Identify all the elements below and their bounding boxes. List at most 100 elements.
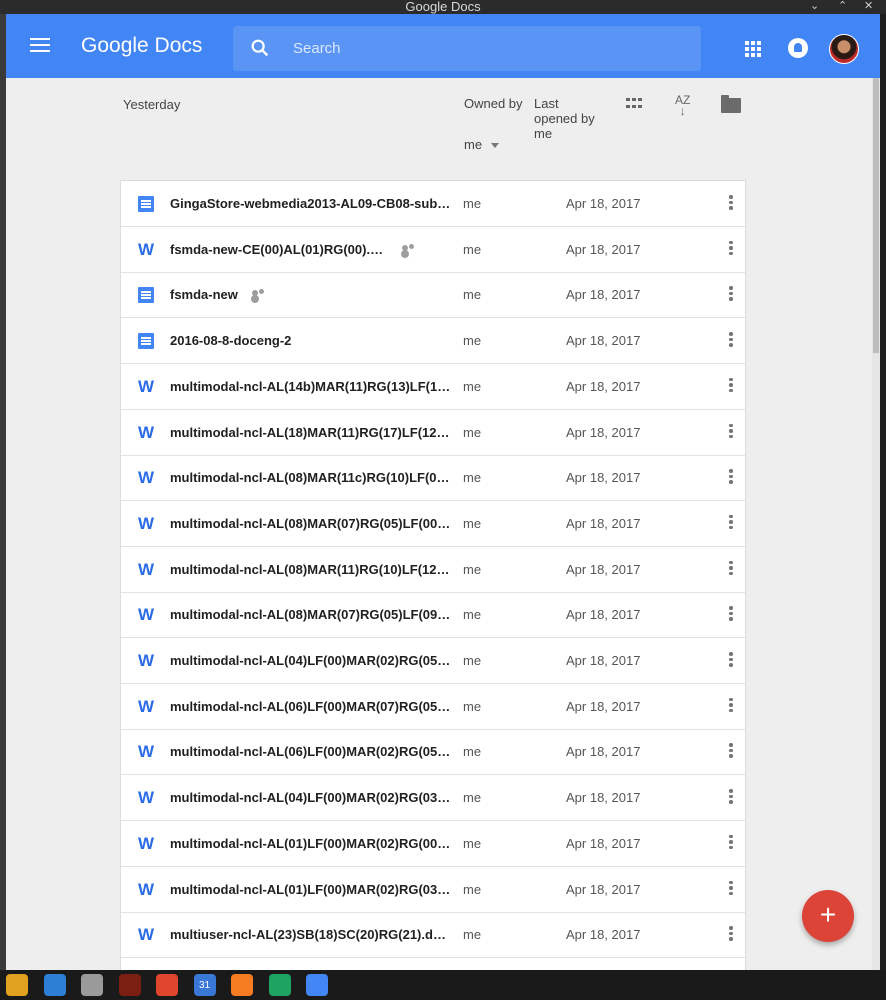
more-options-icon[interactable]: [727, 332, 735, 350]
vscode-icon[interactable]: [43, 974, 66, 996]
file-name[interactable]: multimodal-ncl-AL(06)LF(00)MAR(07)RG(05)…: [170, 699, 453, 714]
file-owner: me: [463, 607, 482, 623]
file-date: Apr 18, 2017: [566, 378, 641, 394]
file-name[interactable]: multimodal-ncl-AL(08)MAR(07)RG(05)LF(00)…: [170, 516, 453, 531]
file-name[interactable]: multimodal-ncl-AL(08)MAR(07)RG(05)LF(09)…: [170, 607, 453, 622]
apps-grid-icon[interactable]: [745, 41, 761, 57]
more-options-icon[interactable]: [727, 514, 735, 533]
file-row[interactable]: Wmultimodal-ncl-AL(18)MAR(11)RG(17)LF(12…: [121, 410, 745, 456]
file-row[interactable]: Wmultiuser-ncl-AL(23)SB(18)SC(20)RG(21).…: [121, 912, 745, 959]
file-row[interactable]: Wmultimodal-ncl-AL(06)LF(00)MAR(02)RG(05…: [121, 729, 745, 776]
google-docs-icon[interactable]: [306, 974, 328, 996]
file-owner: me: [463, 653, 482, 668]
file-name[interactable]: multimodal-ncl-AL(18)MAR(11)RG(17)LF(12)…: [170, 425, 453, 440]
file-row[interactable]: Wmultimodal-ncl-AL(08)MAR(11)RG(10)LF(12…: [121, 547, 745, 593]
grid-view-icon[interactable]: [626, 98, 642, 110]
file-name[interactable]: multiuser-ncl-AL(23)SB(18)SC(20)RG(21).d…: [170, 927, 453, 942]
file-owner: me: [463, 287, 482, 303]
scrollbar-thumb[interactable]: [873, 78, 879, 353]
more-options-icon[interactable]: [727, 697, 735, 716]
owned-by-label: Owned by: [464, 96, 523, 111]
more-options-icon[interactable]: [727, 423, 735, 442]
file-name[interactable]: fsmda-new: [170, 287, 250, 302]
file-row[interactable]: fsmda-new me Apr 18, 2017: [121, 272, 745, 319]
word-doc-icon: W: [138, 651, 155, 670]
shared-people-icon: [401, 243, 417, 256]
more-options-icon[interactable]: [727, 652, 735, 670]
more-options-icon[interactable]: [727, 240, 735, 259]
notifications-icon[interactable]: [788, 38, 808, 58]
sort-az-icon[interactable]: AZ ↓: [675, 94, 690, 117]
file-row[interactable]: GingaStore-webmedia2013-AL09-CB08-submet…: [121, 181, 745, 227]
files-icon[interactable]: [81, 974, 103, 996]
more-options-icon[interactable]: [727, 926, 735, 944]
file-name[interactable]: multimodal-ncl-AL(01)LF(00)MAR(02)RG(00)…: [170, 836, 453, 851]
app-brand[interactable]: Google Docs: [81, 34, 202, 58]
file-date: Apr 18, 2017: [566, 698, 641, 714]
file-name[interactable]: 2016-08-8-doceng-2: [170, 333, 453, 348]
search-icon[interactable]: [249, 37, 271, 59]
more-options-icon[interactable]: [727, 377, 735, 396]
maximize-icon[interactable]: ⌃: [838, 0, 847, 12]
scrollbar[interactable]: [872, 78, 880, 970]
app-window: Google Docs Yesterday Owned by me Last o…: [6, 14, 880, 970]
more-options-icon[interactable]: [727, 560, 735, 579]
file-date: Apr 18, 2017: [566, 835, 641, 851]
terminal-icon[interactable]: [118, 974, 141, 996]
file-name[interactable]: multimodal-ncl-AL(04)LF(00)MAR(02)RG(05)…: [170, 653, 453, 668]
file-row[interactable]: Wmultimodal-ncl-AL(04)LF(00)MAR(02)RG(05…: [121, 638, 745, 684]
minimize-icon[interactable]: ⌄: [810, 0, 819, 12]
file-name[interactable]: multimodal-ncl-AL(08)MAR(11c)RG(10)LF(09…: [170, 470, 453, 485]
section-heading: Yesterday: [123, 97, 181, 112]
more-options-icon[interactable]: [727, 469, 735, 487]
file-row[interactable]: Wmultimodal-ncl-AL(08)MAR(07)RG(05)LF(09…: [121, 592, 745, 639]
file-owner: me: [463, 927, 482, 943]
file-row[interactable]: 2016-08-8-doceng-2 me Apr 18, 2017: [121, 318, 745, 365]
word-doc-icon: W: [138, 788, 155, 808]
file-row[interactable]: Wmultimodal-ncl-AL(01)LF(00)MAR(02)RG(03…: [121, 867, 745, 913]
more-options-icon[interactable]: [727, 606, 735, 624]
chrome-icon[interactable]: [6, 974, 28, 996]
sort-last-opened[interactable]: Last opened by me: [534, 96, 604, 141]
file-name[interactable]: multimodal-ncl-AL(06)LF(00)MAR(02)RG(05)…: [170, 744, 453, 759]
file-row[interactable]: Wmultimodal-ncl-AL(06)LF(00)MAR(07)RG(05…: [121, 684, 745, 730]
file-date: Apr 18, 2017: [566, 196, 641, 211]
file-name[interactable]: multimodal-ncl-AL(04)LF(00)MAR(02)RG(03)…: [170, 790, 453, 805]
more-options-icon[interactable]: [727, 195, 735, 213]
more-options-icon[interactable]: [727, 286, 735, 304]
search-input[interactable]: [293, 26, 693, 71]
music-icon[interactable]: [231, 974, 253, 996]
hangouts-icon[interactable]: [268, 974, 291, 996]
search-box[interactable]: [233, 26, 701, 71]
more-options-icon[interactable]: [727, 789, 735, 807]
file-row[interactable]: Wmultimodal-ncl-AL(04)LF(00)MAR(02)RG(03…: [121, 775, 745, 822]
more-options-icon[interactable]: [727, 880, 735, 899]
file-date: Apr 18, 2017: [566, 653, 641, 668]
more-options-icon[interactable]: [727, 743, 735, 761]
owned-by-filter[interactable]: me: [464, 137, 500, 152]
main-menu-icon[interactable]: [30, 38, 50, 54]
file-date: Apr 18, 2017: [566, 607, 641, 623]
file-name[interactable]: multimodal-ncl-AL(14b)MAR(11)RG(13)LF(12…: [170, 379, 453, 394]
word-doc-icon: W: [138, 468, 155, 488]
file-row[interactable]: Wmultimodal-ncl-AL(08)MAR(07)RG(05)LF(00…: [121, 501, 745, 547]
more-options-icon[interactable]: [727, 834, 735, 853]
word-doc-icon: W: [138, 559, 155, 579]
file-owner: me: [463, 881, 482, 897]
file-row[interactable]: Wmultimodal-ncl-AL(08)MAR(11c)RG(10)LF(0…: [121, 455, 745, 502]
google-doc-icon: [138, 196, 154, 212]
calendar-icon[interactable]: 31: [193, 974, 216, 996]
file-row[interactable]: Wmultimodal-ncl-AL(14b)MAR(11)RG(13)LF(1…: [121, 364, 745, 410]
folder-picker-icon[interactable]: [721, 95, 741, 113]
file-name[interactable]: multimodal-ncl-AL(01)LF(00)MAR(02)RG(03)…: [170, 882, 453, 897]
file-row[interactable]: Wmultimodal-ncl-AL(01)LF(00)MAR(02)RG(00…: [121, 821, 745, 867]
file-row[interactable]: Wfsmda-new-CE(00)AL(01)RG(00).doc me Apr 1…: [121, 227, 745, 273]
account-avatar[interactable]: [829, 34, 859, 64]
bookmark-app-icon[interactable]: [156, 974, 178, 996]
close-icon[interactable]: ✕: [864, 0, 873, 12]
new-document-button[interactable]: +: [802, 890, 854, 942]
file-name[interactable]: fsmda-new-CE(00)AL(01)RG(00).doc: [170, 242, 390, 257]
file-name[interactable]: multimodal-ncl-AL(08)MAR(11)RG(10)LF(12)…: [170, 562, 453, 577]
file-name[interactable]: GingaStore-webmedia2013-AL09-CB08-submet…: [170, 196, 453, 211]
file-date: Apr 18, 2017: [566, 287, 641, 303]
